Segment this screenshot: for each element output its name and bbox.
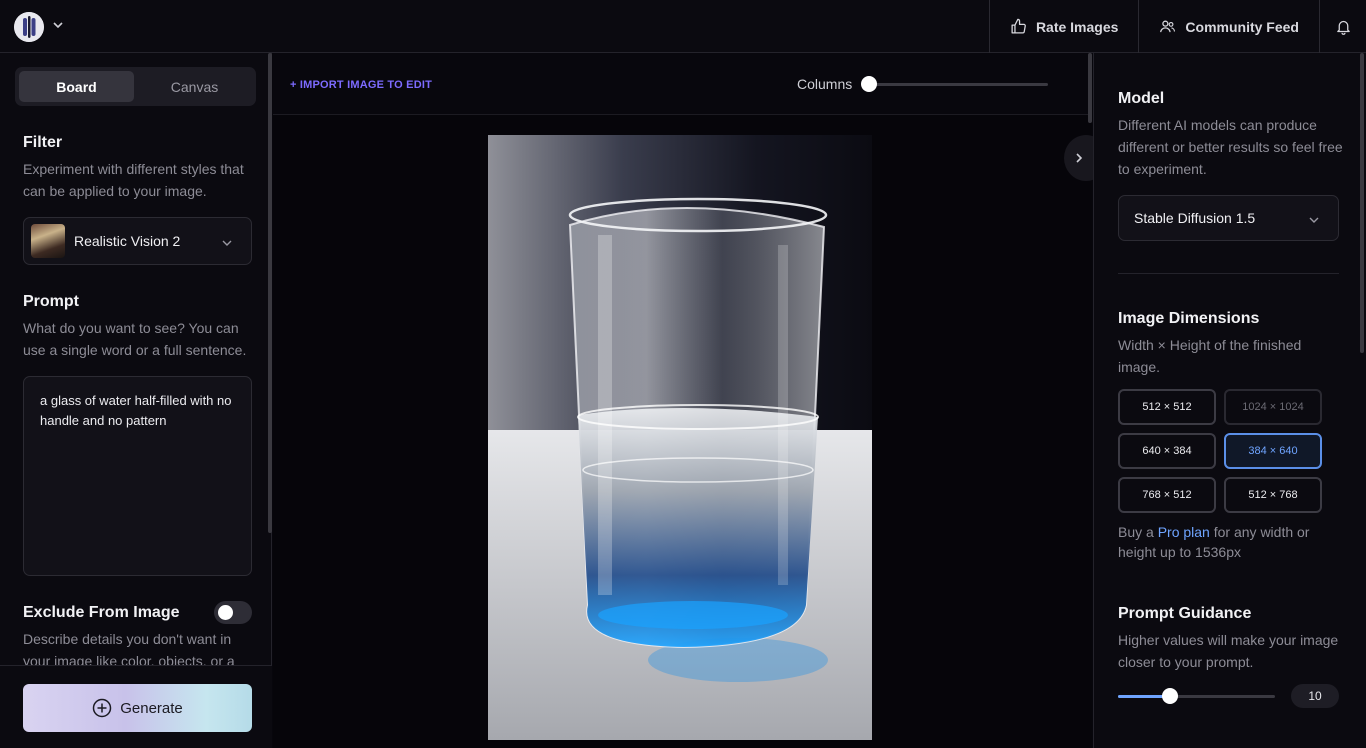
columns-slider-track[interactable] — [867, 83, 1048, 86]
model-title: Model — [1118, 90, 1165, 107]
generate-button[interactable]: Generate — [23, 684, 252, 732]
model-selected-label: Stable Diffusion 1.5 — [1134, 210, 1256, 226]
toggle-knob — [218, 605, 233, 620]
dimension-384x640-button[interactable]: 384 × 640 — [1224, 433, 1322, 469]
dimension-768x512-button[interactable]: 768 × 512 — [1118, 477, 1216, 513]
thumbs-up-icon — [1011, 18, 1026, 34]
dimension-512x512-button[interactable]: 512 × 512 — [1118, 389, 1216, 425]
dimensions-description: Width × Height of the finished image. — [1118, 337, 1302, 375]
pro-note-prefix: Buy a — [1118, 524, 1158, 540]
notifications-button[interactable] — [1319, 0, 1366, 53]
filter-selected-label: Realistic Vision 2 — [74, 233, 181, 249]
filter-description: Experiment with different styles that ca… — [23, 161, 244, 199]
right-panel: Model Different AI models can produce di… — [1093, 53, 1366, 748]
exclude-toggle[interactable] — [214, 601, 252, 624]
community-feed-label: Community Feed — [1185, 18, 1299, 35]
tab-canvas[interactable]: Canvas — [137, 71, 252, 102]
filter-select[interactable]: Realistic Vision 2 — [23, 217, 252, 265]
columns-slider-handle[interactable] — [861, 76, 877, 92]
model-description: Different AI models can produce differen… — [1118, 117, 1343, 177]
pro-plan-note: Buy a Pro plan for any width or height u… — [1118, 522, 1343, 562]
chevron-down-icon — [1308, 213, 1320, 229]
generated-image[interactable] — [488, 135, 872, 740]
guidance-description: Higher values will make your image close… — [1118, 632, 1339, 670]
chevron-right-icon — [1076, 153, 1083, 163]
users-icon — [1160, 20, 1176, 33]
guidance-value-input[interactable]: 10 — [1291, 684, 1339, 708]
left-footer: Generate — [0, 665, 272, 748]
filter-thumbnail — [31, 224, 65, 258]
left-panel: Board Canvas Filter Experiment with diff… — [0, 53, 272, 748]
model-select[interactable]: Stable Diffusion 1.5 — [1118, 195, 1339, 241]
prompt-title: Prompt — [23, 293, 79, 310]
board-area: + IMPORT IMAGE TO EDIT Columns — [273, 53, 1092, 748]
import-image-link[interactable]: + IMPORT IMAGE TO EDIT — [290, 79, 432, 91]
generate-label: Generate — [120, 699, 183, 717]
dimension-1024x1024-button[interactable]: 1024 × 1024 — [1224, 389, 1322, 425]
guidance-slider-handle[interactable] — [1162, 688, 1178, 704]
rate-images-label: Rate Images — [1035, 18, 1119, 35]
board-scrollbar[interactable] — [1088, 53, 1092, 123]
columns-label: Columns — [797, 76, 853, 92]
view-tabs: Board Canvas — [15, 67, 256, 106]
prompt-description: What do you want to see? You can use a s… — [23, 320, 247, 358]
guidance-title: Prompt Guidance — [1118, 605, 1252, 622]
dimensions-title: Image Dimensions — [1118, 310, 1260, 327]
logo-icon[interactable] — [14, 12, 44, 42]
community-feed-button[interactable]: Community Feed — [1138, 0, 1319, 53]
top-bar: Rate Images Community Feed — [0, 0, 1366, 53]
exclude-title: Exclude From Image — [23, 604, 180, 621]
exclude-description: Describe details you don't want in your … — [23, 631, 235, 665]
tab-board[interactable]: Board — [19, 71, 134, 102]
chevron-down-icon — [221, 236, 233, 254]
left-scrollbar[interactable] — [268, 53, 272, 533]
bell-icon — [1336, 20, 1350, 35]
dimension-512x768-button[interactable]: 512 × 768 — [1224, 477, 1322, 513]
board-toolbar: + IMPORT IMAGE TO EDIT Columns — [273, 53, 1092, 115]
top-nav: Rate Images Community Feed — [988, 0, 1366, 53]
pro-plan-link[interactable]: Pro plan — [1158, 524, 1210, 540]
chevron-down-icon[interactable] — [52, 18, 64, 36]
rate-images-button[interactable]: Rate Images — [988, 0, 1138, 53]
prompt-input[interactable]: a glass of water half-filled with no han… — [23, 376, 252, 576]
right-scrollbar[interactable] — [1360, 53, 1364, 353]
dimension-640x384-button[interactable]: 640 × 384 — [1118, 433, 1216, 469]
section-divider — [1118, 273, 1339, 274]
plus-circle-icon — [92, 698, 112, 718]
filter-title: Filter — [23, 134, 63, 151]
